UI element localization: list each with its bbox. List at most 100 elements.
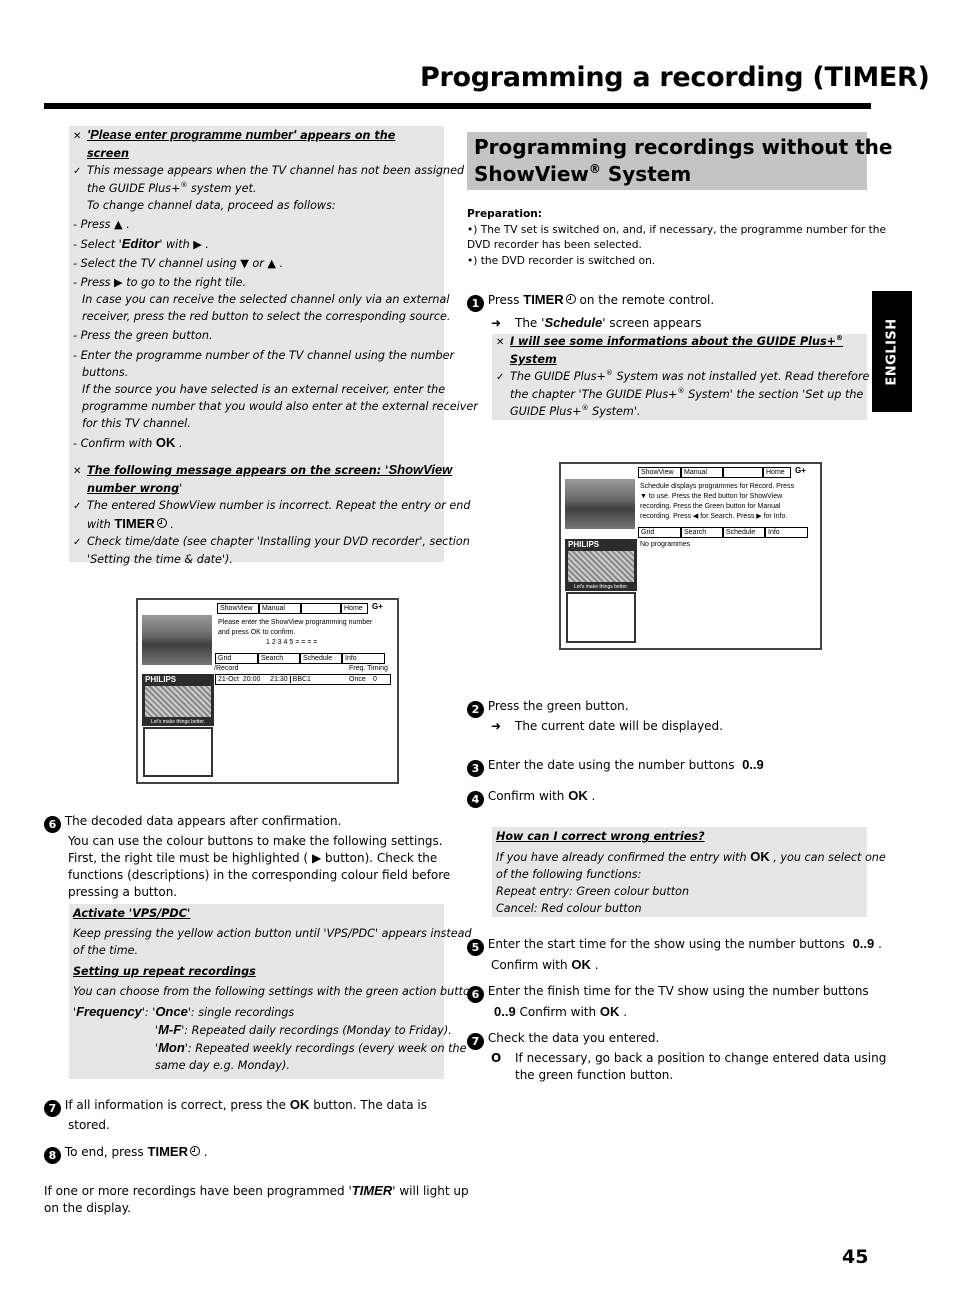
up-arrow-icon: ▲ <box>267 257 277 270</box>
tv-tab-search: Search <box>681 527 723 538</box>
text-line: : Repeated weekly recordings (every week… <box>187 1042 467 1055</box>
tv-ad-banner: PHILIPS Let's make things better. <box>565 539 637 591</box>
guide-plus-logo: G+ <box>372 602 383 611</box>
tv-freq-label: Freq. Timing <box>349 665 388 672</box>
tv-tab-manual: Manual <box>259 603 301 614</box>
step-number-badge: 6 <box>467 986 484 1003</box>
text-line: Enter the finish time for the TV show us… <box>487 984 869 998</box>
tv-message: ▼ to use. Press the Red button for ShowV… <box>640 493 783 500</box>
text-line: on the remote control. <box>579 293 715 307</box>
tv-screen-showview: ShowView Manual Home G+ Please enter the… <box>136 598 399 784</box>
heading-text: The following message appears on the scr… <box>87 464 389 477</box>
title-divider <box>44 103 871 109</box>
step-number-badge: 1 <box>467 295 484 312</box>
text-line: The GUIDE Plus+ <box>510 370 606 383</box>
text-line: Press the green button. <box>487 699 629 713</box>
right-arrow-icon: ▶ <box>114 276 123 289</box>
tv-tab-grid: Grid <box>638 527 681 538</box>
left-step-8: 8 To end, press TIMER . <box>44 1143 208 1164</box>
right-step-6: 6 Enter the finish time for the TV show … <box>467 983 869 1021</box>
ad-footer: Let's make things better. <box>150 719 206 725</box>
text-line: If one or more recordings have been prog… <box>44 1184 352 1198</box>
section-title: Programming recordings without the ShowV… <box>467 132 893 190</box>
step-number-badge: 2 <box>467 701 484 718</box>
schedule-key: Schedule <box>544 315 603 330</box>
heading-text: I will see some informations about the G… <box>510 335 836 348</box>
page-title: Programming a recording (TIMER) <box>420 62 930 93</box>
tv-tab-schedule: Schedule <box>300 653 342 664</box>
settings-content: Activate 'VPS/PDC' Keep pressing the yel… <box>73 907 481 1072</box>
text-line: button. The data is <box>313 1098 427 1112</box>
result-arrow-icon: ➜ <box>491 719 502 733</box>
clock-icon <box>565 294 576 304</box>
ad-image <box>145 686 211 717</box>
checkmark-icon: ✓ <box>496 372 505 383</box>
text-line: Confirm with <box>491 958 568 972</box>
text-line: , you can select one <box>773 851 886 864</box>
text-line: Enter the start time for the show using … <box>487 937 845 951</box>
tv-row-timing: 0 <box>373 676 377 683</box>
text-line: System' the section 'Set up the <box>684 388 864 401</box>
preparation-label: Preparation: <box>467 208 543 220</box>
once-key: Once <box>155 1004 188 1019</box>
text-line: First, the right tile must be highlighte… <box>68 851 309 865</box>
tv-tab-showview: ShowView <box>217 603 259 614</box>
text-line: or <box>252 257 264 270</box>
up-arrow-icon: ▲ <box>114 218 123 231</box>
page-number: 45 <box>842 1246 869 1268</box>
timer-key: TIMER <box>351 1183 393 1198</box>
section-title-line: Programming recordings without the <box>474 135 893 159</box>
clock-icon <box>156 518 167 528</box>
tv-blank-tile <box>143 727 213 777</box>
heading-key: 'Please enter programme number' <box>87 127 297 142</box>
left-step-6: 6 The decoded data appears after confirm… <box>44 813 454 901</box>
text-line: Confirm with <box>519 1005 597 1019</box>
frequency-key: Frequency <box>76 1004 142 1019</box>
tv-message: and press OK to confirm. <box>218 629 296 636</box>
text-line: - Confirm with <box>73 437 153 450</box>
section-title-line: ShowView <box>474 162 589 186</box>
timer-key: TIMER <box>114 516 155 531</box>
tv-tab-home: Home <box>341 603 368 614</box>
text-line: system yet. <box>187 182 257 195</box>
text-line: The decoded data appears after confirmat… <box>64 814 342 828</box>
step-number-badge: 7 <box>467 1033 484 1050</box>
text-line: of the time. <box>73 944 139 957</box>
text-line: the green function button. <box>515 1068 674 1082</box>
text-line: GUIDE Plus+ <box>510 405 582 418</box>
tv-message: recording. Press the Green button for Ma… <box>640 503 781 510</box>
heading-text: appears on the <box>296 129 396 142</box>
tv-row-freq: Once <box>349 676 366 683</box>
right-step-7: 7 Check the data you entered. O If necess… <box>467 1030 886 1084</box>
text-line: functions (descriptions) in the correspo… <box>68 868 451 882</box>
tv-tab-schedule: Schedule <box>723 527 765 538</box>
tv-row-channel: BBC1 <box>289 676 311 683</box>
text-line: Confirm with <box>487 789 565 803</box>
text-line: - Press the green button. <box>73 329 213 342</box>
text-line: - Select ' <box>73 238 122 251</box>
timer-key: TIMER <box>523 292 564 307</box>
right-step-4: 4 Confirm with OK . <box>467 787 595 808</box>
guide-plus-logo: G+ <box>795 466 806 475</box>
tv-blank-tile <box>566 592 636 643</box>
heading-text: number wrong <box>87 482 180 495</box>
heading-text-2: screen <box>87 147 129 160</box>
digit-keys: 0..9 <box>852 936 875 951</box>
ok-key: OK <box>155 435 176 450</box>
language-tab-label: ENGLISH <box>884 317 900 386</box>
tv-code: 1 2 3 4 5 = = = = <box>266 639 318 646</box>
correct-entries-content: How can I correct wrong entries? If you … <box>496 828 886 917</box>
step-number-badge: 8 <box>44 1147 61 1164</box>
cross-icon: ✕ <box>496 337 505 348</box>
ok-key: OK <box>571 957 591 972</box>
ad-image <box>568 551 634 582</box>
right-step-3: 3 Enter the date using the number button… <box>467 756 764 777</box>
step-number-badge: 5 <box>467 939 484 956</box>
text-line: - Press <box>73 218 111 231</box>
result-arrow-icon: ➜ <box>491 316 502 330</box>
text-line: the GUIDE Plus+ <box>87 182 181 195</box>
clock-icon <box>189 1146 200 1156</box>
section-title-line: System <box>600 162 692 186</box>
text-line: buttons. <box>82 366 129 379</box>
text-line: Repeat entry: Green colour button <box>496 885 690 898</box>
